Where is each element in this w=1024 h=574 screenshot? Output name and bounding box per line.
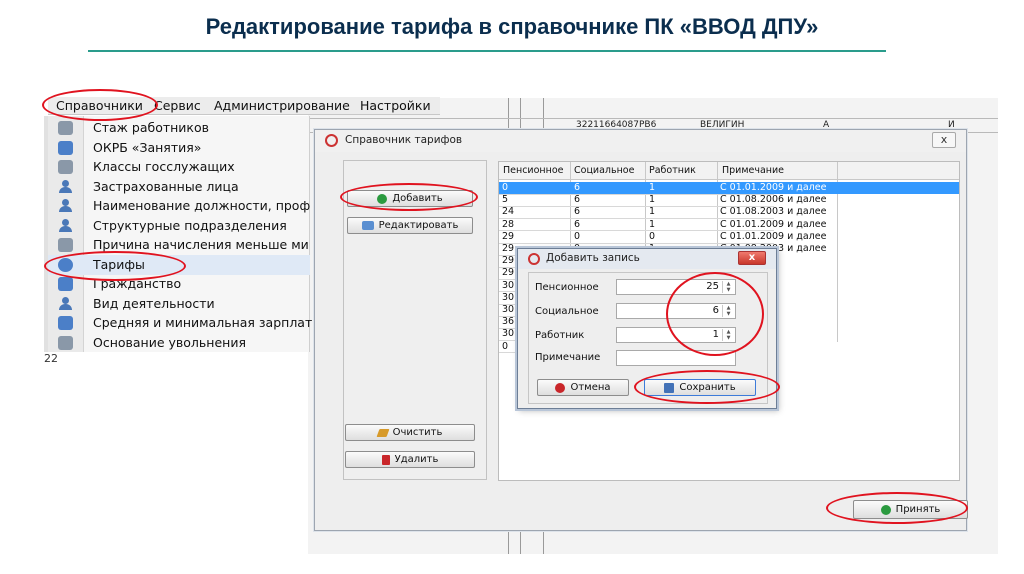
worker-label: Работник: [535, 330, 585, 341]
menu-service[interactable]: Сервис: [154, 98, 201, 113]
table-cell: 24: [502, 206, 515, 218]
table-row[interactable]: 24 6 1 С 01.08.2003 и далее: [499, 206, 959, 218]
table-cell: 30: [502, 304, 515, 315]
menu-item-activity[interactable]: Вид деятельности: [48, 294, 310, 314]
table-cell: 6: [574, 218, 581, 230]
column-header[interactable]: Примечание: [722, 165, 784, 176]
table-cell: 6: [574, 194, 581, 206]
table-cell: 29: [502, 255, 515, 267]
table-row[interactable]: 29 0 0 С 01.01.2009 и далее: [499, 231, 959, 243]
grid-icon: [58, 160, 73, 174]
table-cell: 0: [649, 230, 656, 242]
globe-icon: [58, 277, 73, 291]
table-cell: 1: [649, 194, 656, 206]
menu-item-insured[interactable]: Застрахованные лица: [48, 177, 310, 197]
menu-settings[interactable]: Настройки: [360, 98, 431, 113]
table-cell: 1: [649, 218, 656, 230]
slide-title: Редактирование тарифа в справочнике ПК «…: [205, 14, 819, 39]
close-button[interactable]: x: [932, 132, 956, 148]
person-icon: [58, 199, 73, 213]
column-header[interactable]: Работник: [649, 165, 696, 176]
grid-line: [308, 118, 998, 119]
table-row[interactable]: 0 6 1 С 01.01.2009 и далее: [499, 182, 959, 194]
table-cell: С 01.01.2009 и далее: [720, 230, 827, 242]
edit-icon: [361, 221, 374, 230]
annotation-circle: [826, 492, 968, 524]
person-icon: [58, 180, 73, 194]
clear-button[interactable]: Очистить: [345, 424, 475, 441]
table-cell: 1: [649, 206, 656, 218]
table-row[interactable]: 5 6 1 С 01.08.2006 и далее: [499, 194, 959, 206]
references-dropdown: Стаж работников ОКРБ «Занятия» Классы го…: [48, 116, 312, 353]
window-titlebar: Справочник тарифов: [315, 130, 966, 152]
menu-item-work-experience[interactable]: Стаж работников: [48, 118, 310, 138]
table-cell: 0: [502, 182, 509, 193]
list-icon: [58, 121, 73, 135]
table-cell: С 01.01.2009 и далее: [720, 182, 827, 193]
annotation-circle: [634, 370, 780, 404]
delete-button[interactable]: Удалить: [345, 451, 475, 468]
close-button[interactable]: x: [738, 251, 766, 265]
table-cell: С 01.08.2006 и далее: [720, 194, 827, 206]
list-icon: [58, 336, 73, 350]
worker-icon: [58, 297, 73, 311]
title-rule: [88, 50, 886, 52]
broom-icon: [376, 428, 390, 437]
cancel-icon: [555, 382, 566, 393]
column-header[interactable]: Социальное: [574, 165, 634, 176]
table-cell: С 01.01.2009 и далее: [720, 218, 827, 230]
menu-item-salary[interactable]: Средняя и минимальная зарплат: [48, 313, 312, 333]
menu-item-civil-classes[interactable]: Классы госслужащих: [48, 157, 310, 177]
table-cell: 6: [574, 182, 581, 193]
annotation-circle: [666, 272, 764, 356]
table-row[interactable]: 28 6 1 С 01.01.2009 и далее: [499, 219, 959, 231]
table-cell: 5: [502, 194, 509, 206]
menu-item-dismissal[interactable]: Основание увольнения: [48, 333, 310, 353]
trash-icon: [381, 454, 390, 465]
dialog-title: Добавить запись: [546, 252, 640, 264]
table-cell: 29: [502, 230, 515, 242]
table-cell: 36: [502, 316, 515, 328]
table-cell: 30: [502, 291, 515, 303]
table-cell: 1: [649, 182, 656, 193]
person-icon: [58, 219, 73, 233]
menu-item-okrb[interactable]: ОКРБ «Занятия»: [48, 138, 310, 158]
edit-button[interactable]: Редактировать: [347, 217, 473, 234]
note-label: Примечание: [535, 352, 601, 363]
table-cell: 0: [502, 340, 509, 352]
menu-item-departments[interactable]: Структурные подразделения: [48, 216, 310, 236]
annotation-circle: [42, 89, 158, 121]
window-title: Справочник тарифов: [345, 134, 463, 146]
table-cell: 30: [502, 328, 515, 340]
table-cell: 6: [574, 206, 581, 218]
table-cell: 0: [574, 230, 581, 242]
row-number: 22: [44, 352, 58, 365]
social-label: Социальное: [535, 306, 599, 317]
app-icon: [528, 253, 540, 265]
money-icon: [58, 316, 73, 330]
table-header: Пенсионное Социальное Работник Примечани…: [499, 162, 959, 180]
column-header[interactable]: Пенсионное: [503, 165, 564, 176]
annotation-circle: [44, 251, 186, 281]
table-cell: 29: [502, 267, 515, 279]
pension-label: Пенсионное: [535, 282, 599, 293]
table-cell: 28: [502, 218, 515, 230]
table-cell: 30: [502, 279, 515, 291]
cancel-button[interactable]: Отмена: [537, 379, 629, 396]
annotation-circle: [340, 183, 478, 211]
list-icon: [58, 141, 73, 155]
table-cell: 29: [502, 243, 515, 254]
menu-item-positions[interactable]: Наименование должности, проф: [48, 196, 310, 216]
document-icon: [58, 238, 73, 252]
app-icon: [325, 134, 338, 147]
menu-administration[interactable]: Администрирование: [214, 98, 350, 113]
table-cell: С 01.08.2003 и далее: [720, 206, 827, 218]
